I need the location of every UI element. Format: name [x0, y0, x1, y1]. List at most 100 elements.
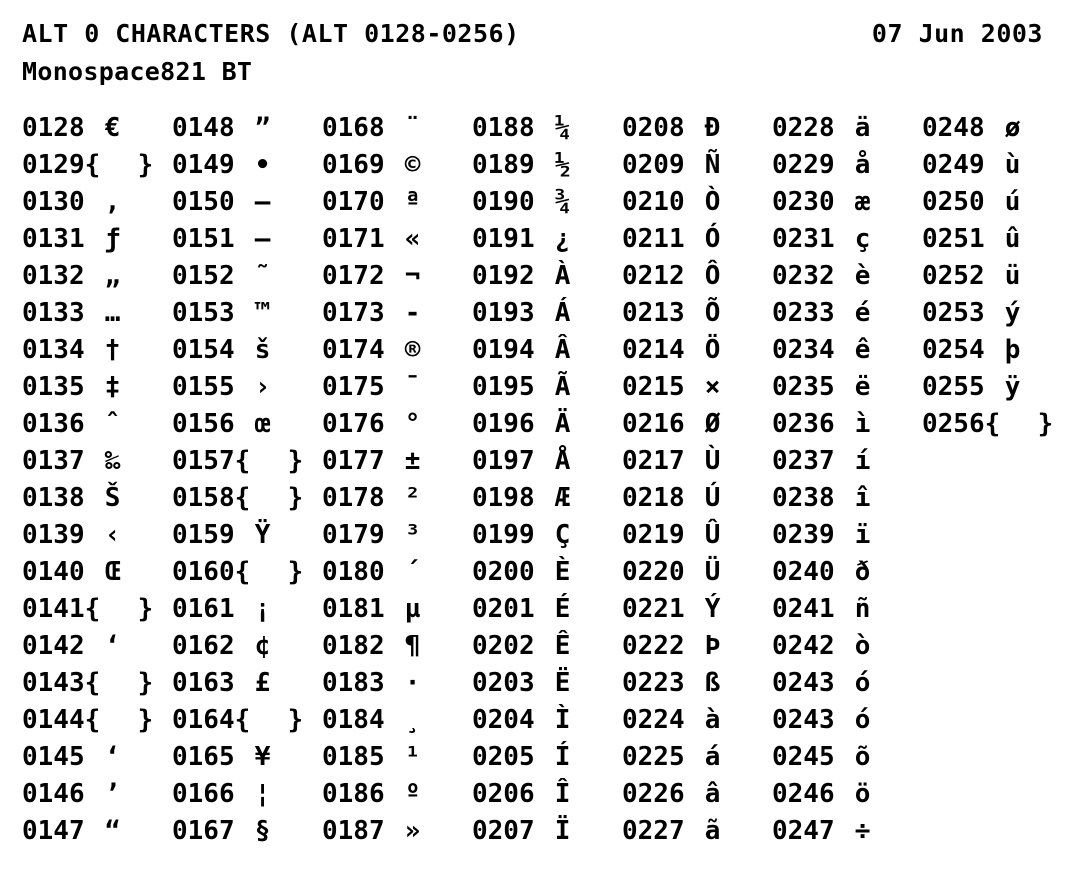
- alt-code: 0158: [172, 483, 235, 513]
- character-row: 0184 ¸: [322, 702, 472, 739]
- character-row: 0248 ø: [922, 110, 1062, 147]
- character-glyph: É: [554, 594, 571, 624]
- character-glyph: ³: [404, 520, 421, 550]
- alt-code: 0205: [472, 742, 535, 772]
- character-glyph: ¸: [404, 705, 421, 735]
- character-glyph: ú: [1004, 187, 1021, 217]
- alt-code: 0215: [622, 372, 685, 402]
- character-glyph: ¬: [404, 261, 421, 291]
- alt-code: 0246: [772, 779, 835, 809]
- alt-code: 0162: [172, 631, 235, 661]
- alt-code: 0224: [622, 705, 685, 735]
- alt-code: 0210: [622, 187, 685, 217]
- character-glyph: ‚: [104, 187, 121, 217]
- character-row: 0148 ”: [172, 110, 322, 147]
- character-row: 0162 ¢: [172, 628, 322, 665]
- alt-code: 0171: [322, 224, 385, 254]
- character-row: 0210 Ò: [622, 184, 772, 221]
- character-row: 0218 Ú: [622, 480, 772, 517]
- character-glyph: Ÿ: [254, 520, 271, 550]
- character-row: 0143{ }: [22, 665, 172, 702]
- column-3: 0168 ¨ 0169 © 0170 ª 0171 « 0172 ¬ 0173-0174 ® 0175 ¯…: [322, 110, 472, 850]
- alt-code: 0159: [172, 520, 235, 550]
- character-row: 0212 Ô: [622, 258, 772, 295]
- character-row: 0153 ™: [172, 295, 322, 332]
- character-glyph: ½: [554, 150, 571, 180]
- character-glyph: ¢: [254, 631, 271, 661]
- column-2: 0148 ” 0149 • 0150–0151 — 0152 ˜ 0153 ™ 0154 š 0155 ›…: [172, 110, 322, 850]
- character-row: 0128 €: [22, 110, 172, 147]
- character-row: 0242 ò: [772, 628, 922, 665]
- alt-code: 0220: [622, 557, 685, 587]
- character-row: 0134 †: [22, 332, 172, 369]
- alt-code: 0140: [22, 557, 85, 587]
- character-row: 0186 º: [322, 776, 472, 813]
- alt-code: 0168: [322, 113, 385, 143]
- character-row: 0151 —: [172, 221, 322, 258]
- alt-code: 0176: [322, 409, 385, 439]
- character-glyph: ‡: [104, 372, 121, 402]
- alt-code: 0156: [172, 409, 235, 439]
- character-glyph: ‹: [104, 520, 121, 550]
- alt-code: 0250: [922, 187, 985, 217]
- character-glyph: ¯: [404, 372, 421, 402]
- alt-code: 0200: [472, 557, 535, 587]
- character-glyph: ä: [854, 113, 871, 143]
- alt-code: 0165: [172, 742, 235, 772]
- character-row: 0169 ©: [322, 147, 472, 184]
- alt-code: 0183: [322, 668, 385, 698]
- alt-code: 0211: [622, 224, 685, 254]
- alt-code: 0142: [22, 631, 85, 661]
- alt-code: 0129: [22, 150, 85, 180]
- alt-code: 0170: [322, 187, 385, 217]
- character-glyph: ›: [254, 372, 271, 402]
- character-glyph: Å: [554, 446, 571, 476]
- character-row: 0198 Æ: [472, 480, 622, 517]
- character-glyph: Ô: [704, 261, 721, 291]
- alt-code: 0194: [472, 335, 535, 365]
- character-glyph: Ò: [704, 187, 721, 217]
- alt-code: 0192: [472, 261, 535, 291]
- character-glyph: ¥: [254, 742, 271, 772]
- character-glyph: Í: [554, 742, 571, 772]
- alt-code: 0139: [22, 520, 85, 550]
- character-glyph: Ã: [554, 372, 571, 402]
- alt-code: 0228: [772, 113, 835, 143]
- character-glyph: £: [254, 668, 271, 698]
- alt-code: 0199: [472, 520, 535, 550]
- alt-code: 0222: [622, 631, 685, 661]
- character-row: 0233 é: [772, 295, 922, 332]
- alt-code: 0144: [22, 705, 85, 735]
- alt-code: 0203: [472, 668, 535, 698]
- alt-code: 0174: [322, 335, 385, 365]
- character-row: 0135 ‡: [22, 369, 172, 406]
- character-row: 0139 ‹: [22, 517, 172, 554]
- character-row: 0246 ö: [772, 776, 922, 813]
- character-glyph: ”: [254, 113, 271, 143]
- character-glyph: Æ: [554, 483, 571, 513]
- character-row: 0254 þ: [922, 332, 1062, 369]
- alt-code: 0196: [472, 409, 535, 439]
- alt-code: 0164: [172, 705, 235, 735]
- alt-code: 0197: [472, 446, 535, 476]
- character-glyph: „: [104, 261, 121, 291]
- character-row: 0132 „: [22, 258, 172, 295]
- character-glyph: ¿: [554, 224, 571, 254]
- alt-code: 0157: [172, 446, 235, 476]
- alt-code: 0227: [622, 816, 685, 846]
- character-glyph: µ: [404, 594, 421, 624]
- character-row: 0227 ã: [622, 813, 772, 850]
- missing-glyph-placeholder: { }: [234, 483, 306, 513]
- alt-code: 0185: [322, 742, 385, 772]
- character-row: 0215 ×: [622, 369, 772, 406]
- character-glyph: ©: [404, 150, 421, 180]
- alt-code: 0141: [22, 594, 85, 624]
- missing-glyph-placeholder: { }: [984, 409, 1056, 439]
- character-glyph: š: [254, 335, 271, 365]
- character-row: 0166 ¦: [172, 776, 322, 813]
- character-glyph: °: [404, 409, 421, 439]
- character-row: 0138 Š: [22, 480, 172, 517]
- character-row: 0253 ý: [922, 295, 1062, 332]
- alt-code: 0245: [772, 742, 835, 772]
- character-row: 0240 ð: [772, 554, 922, 591]
